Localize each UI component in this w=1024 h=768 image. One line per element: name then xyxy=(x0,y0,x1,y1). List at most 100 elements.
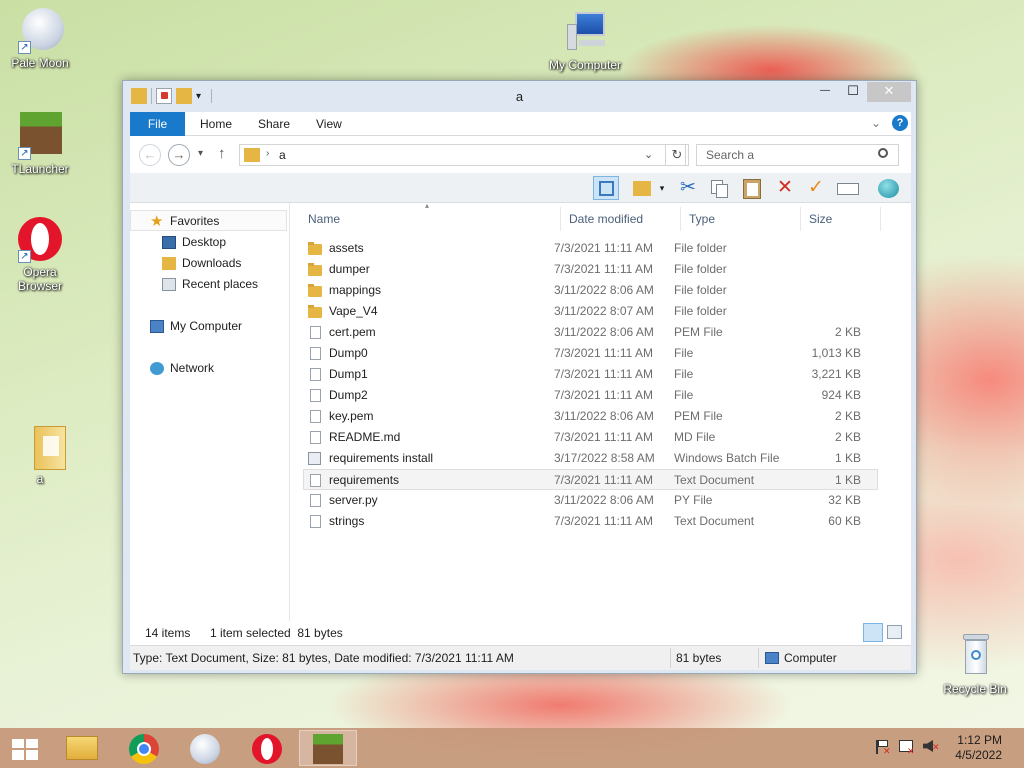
file-type: File folder xyxy=(674,304,727,318)
nav-item-favorites[interactable]: ★ Favorites xyxy=(150,211,219,232)
desktop-icon-my-computer[interactable]: My Computer xyxy=(545,8,625,72)
separator xyxy=(758,648,759,668)
file-name: mappings xyxy=(329,283,382,297)
recycle-bin-icon xyxy=(951,632,999,680)
table-row[interactable]: assets 7/3/2021 11:11 AM File folder xyxy=(304,238,877,259)
properties-folder-icon[interactable] xyxy=(630,176,656,200)
tlauncher-icon: ↗ xyxy=(16,112,64,160)
help-icon[interactable]: ? xyxy=(892,115,908,131)
table-row[interactable]: key.pem 3/11/2022 8:06 AM PEM File 2 KB xyxy=(304,406,877,427)
tab-file[interactable]: File xyxy=(130,112,185,136)
table-row[interactable]: Dump0 7/3/2021 11:11 AM File 1,013 KB xyxy=(304,343,877,364)
minimize-button[interactable]: — xyxy=(811,82,839,102)
taskbar-opera[interactable] xyxy=(239,730,297,766)
action-center-flag-icon[interactable]: ✕ xyxy=(876,740,891,756)
search-icon[interactable] xyxy=(878,148,888,158)
file-date: 7/3/2021 11:11 AM xyxy=(554,388,653,402)
nav-item-downloads[interactable]: Downloads xyxy=(162,253,241,274)
opera-center xyxy=(261,738,273,760)
explorer-window[interactable]: ▾ a — ☐ ✕ File Home Share View ⌄ ? ← → ▾… xyxy=(122,80,917,674)
delete-icon[interactable]: ✕ xyxy=(772,176,798,200)
desktop-icon-folder-a[interactable]: a xyxy=(0,422,80,486)
size-info: 81 bytes xyxy=(676,651,722,665)
copy-icon[interactable] xyxy=(706,176,732,200)
tab-share[interactable]: Share xyxy=(246,112,302,136)
pale-moon-icon xyxy=(190,734,220,764)
file-date: 3/11/2022 8:06 AM xyxy=(554,409,654,423)
folder-icon xyxy=(66,736,98,760)
desktop-icon-pale-moon[interactable]: ↗ Pale Moon xyxy=(0,6,80,70)
network-globe-icon[interactable] xyxy=(876,176,902,200)
table-row[interactable]: dumper 7/3/2021 11:11 AM File folder xyxy=(304,259,877,280)
tlauncher-icon xyxy=(313,734,343,764)
shortcut-arrow-icon: ↗ xyxy=(18,147,31,160)
file-size: 2 KB xyxy=(834,325,861,339)
recent-places-icon xyxy=(162,278,176,291)
back-button[interactable]: ← xyxy=(139,144,161,166)
close-button[interactable]: ✕ xyxy=(867,82,911,102)
table-row[interactable]: requirements install 3/17/2022 8:58 AM Win… xyxy=(304,448,877,469)
desktop-icon-tlauncher[interactable]: ↗ TLauncher xyxy=(0,112,80,176)
column-header-size[interactable]: Size xyxy=(801,207,881,231)
desktop-icon-label: Recycle Bin xyxy=(943,682,1007,696)
title-bar[interactable]: ▾ a — ☐ ✕ xyxy=(123,81,916,111)
forward-button[interactable]: → xyxy=(168,144,190,166)
chevron-down-icon[interactable]: ▾ xyxy=(656,176,668,200)
details-view-button[interactable] xyxy=(863,623,883,642)
taskbar-explorer[interactable] xyxy=(53,730,111,766)
nav-item-my-computer[interactable]: My Computer xyxy=(150,316,242,337)
table-row[interactable]: requirements 7/3/2021 11:11 AM Text Docume… xyxy=(303,469,878,490)
table-row[interactable]: Dump1 7/3/2021 11:11 AM File 3,221 KB xyxy=(304,364,877,385)
taskbar-tlauncher[interactable] xyxy=(299,730,357,766)
large-icons-view-button[interactable] xyxy=(887,625,902,639)
expand-ribbon-icon[interactable]: ⌄ xyxy=(871,116,881,130)
address-dropdown-icon[interactable]: ⌄ xyxy=(644,148,653,161)
table-row[interactable]: cert.pem 3/11/2022 8:06 AM PEM File 2 KB xyxy=(304,322,877,343)
file-type: File xyxy=(674,346,694,360)
column-header-name[interactable]: Name xyxy=(300,207,561,231)
table-row[interactable]: mappings 3/11/2022 8:06 AM File folder xyxy=(304,280,877,301)
breadcrumb-a[interactable]: a xyxy=(279,148,286,162)
network-status-icon[interactable]: ✕ xyxy=(899,740,915,756)
checkmark-icon[interactable]: ✓ xyxy=(803,176,829,200)
table-row[interactable]: Dump2 7/3/2021 11:11 AM File 924 KB xyxy=(304,385,877,406)
file-size: 1,013 KB xyxy=(811,346,861,360)
preview-pane-icon[interactable] xyxy=(593,176,619,200)
tab-home[interactable]: Home xyxy=(188,112,244,136)
breadcrumb-separator-icon[interactable]: › xyxy=(266,148,269,159)
tab-view[interactable]: View xyxy=(304,112,354,136)
desktop-icon-label: TLauncher xyxy=(11,162,69,176)
file-type: PEM File xyxy=(674,325,723,339)
table-row[interactable]: server.py 3/11/2022 8:06 AM PY File 32 KB xyxy=(304,490,877,511)
nav-item-desktop[interactable]: Desktop xyxy=(162,232,226,253)
maximize-button[interactable]: ☐ xyxy=(839,82,867,102)
table-row[interactable]: strings 7/3/2021 11:11 AM Text Document 60 … xyxy=(304,511,877,532)
up-button[interactable]: ↑ xyxy=(218,145,226,162)
file-icon xyxy=(310,410,321,423)
file-list[interactable]: ▴ Name Date modified Type Size assets 7/3… xyxy=(290,201,911,621)
recent-locations-button[interactable]: ▾ xyxy=(198,148,203,159)
desktop-icon-opera[interactable]: ↗ Opera Browser xyxy=(0,215,80,293)
column-header-date[interactable]: Date modified xyxy=(561,207,681,231)
desktop-icon-label: a xyxy=(36,472,44,486)
taskbar-chrome[interactable] xyxy=(115,730,173,766)
table-row[interactable]: Vape_V4 3/11/2022 8:07 AM File folder xyxy=(304,301,877,322)
folder-icon xyxy=(16,422,66,470)
nav-item-network[interactable]: Network xyxy=(150,358,214,379)
address-bar[interactable]: › a ⌄ xyxy=(239,144,686,166)
file-icon xyxy=(310,515,321,528)
cut-icon[interactable]: ✂ xyxy=(675,176,701,200)
table-row[interactable]: README.md 7/3/2021 11:11 AM MD File 2 KB xyxy=(304,427,877,448)
refresh-button[interactable]: ↻ xyxy=(665,144,689,166)
file-date: 7/3/2021 11:11 AM xyxy=(554,262,653,276)
rename-icon[interactable] xyxy=(835,176,861,200)
desktop-icon-recycle-bin[interactable]: Recycle Bin xyxy=(935,632,1015,696)
system-clock[interactable]: 1:12 PM 4/5/2022 xyxy=(955,733,1002,763)
taskbar-pale-moon[interactable] xyxy=(177,730,235,766)
column-header-type[interactable]: Type xyxy=(681,207,801,231)
nav-item-recent-places[interactable]: Recent places xyxy=(162,274,258,295)
start-button[interactable] xyxy=(0,730,50,766)
file-type: Text Document xyxy=(674,514,755,528)
search-input[interactable]: Search a xyxy=(696,144,899,166)
paste-icon[interactable] xyxy=(739,176,765,200)
